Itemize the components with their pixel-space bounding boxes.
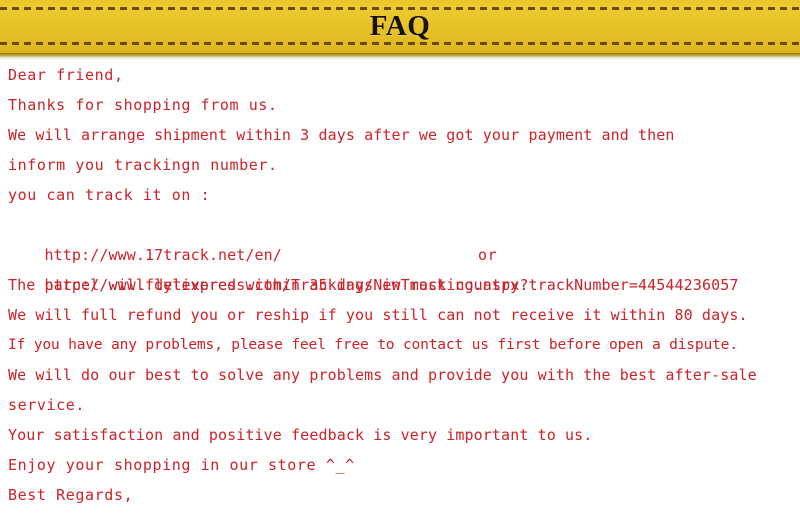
faq-line-dispute-notice: If you have any problems, please feel fr… xyxy=(8,336,738,353)
faq-banner: FAQ xyxy=(0,0,800,53)
faq-line-refund-policy: We will full refund you or reship if you… xyxy=(8,306,748,324)
tracking-link-separator: or xyxy=(477,246,498,264)
faq-line-best-effort: We will do our best to solve any problem… xyxy=(8,366,757,384)
faq-line-greeting: Dear friend, xyxy=(8,66,124,84)
faq-line-feedback-note: Your satisfaction and positive feedback … xyxy=(8,426,593,444)
faq-line-inform-tracking: inform you trackingn number. xyxy=(8,156,278,174)
faq-line-service-word: service. xyxy=(8,396,86,414)
faq-line-track-prompt: you can track it on : xyxy=(8,186,211,204)
tracking-link-17track[interactable]: http://www.17track.net/en/ xyxy=(45,246,282,264)
faq-line-thanks: Thanks for shopping from us. xyxy=(8,96,278,114)
faq-line-shipment-time: We will arrange shipment within 3 days a… xyxy=(8,126,675,144)
faq-line-sign-off: Best Regards, xyxy=(8,486,134,504)
faq-line-enjoy-shopping: Enjoy your shopping in our store ^_^ xyxy=(8,456,355,474)
faq-body: Dear friend, Thanks for shopping from us… xyxy=(0,60,800,510)
tracking-link-row-one: http://www.17track.net/en/or xyxy=(0,210,800,264)
page-title: FAQ xyxy=(369,10,431,42)
